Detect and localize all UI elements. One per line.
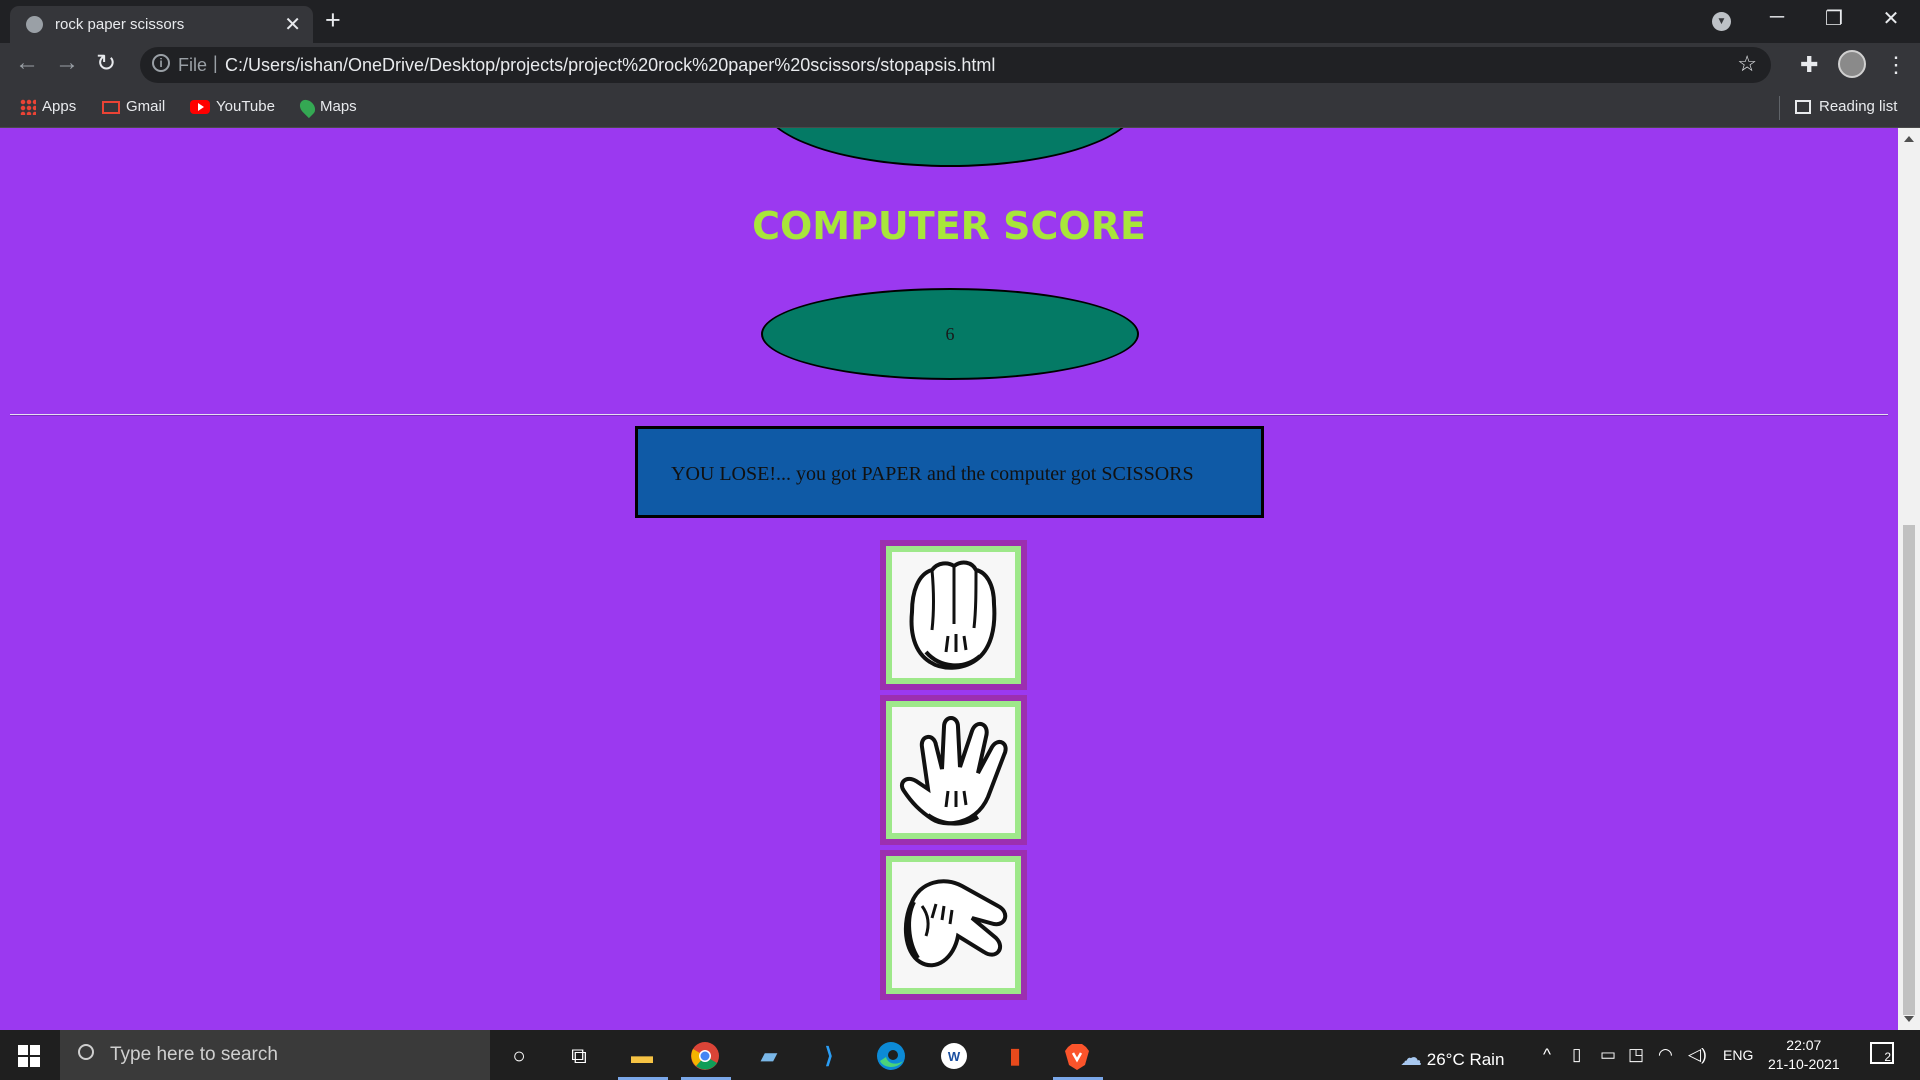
info-icon[interactable]: i	[152, 54, 170, 72]
system-clock[interactable]: 22:07 21-10-2021	[1768, 1036, 1840, 1074]
close-tab-icon[interactable]: ✕	[284, 12, 301, 37]
office-icon[interactable]: ▮	[998, 1039, 1032, 1073]
user-score-ellipse	[761, 128, 1139, 167]
file-explorer-icon[interactable]: ▬	[625, 1039, 659, 1073]
extensions-icon[interactable]: ✚	[1800, 52, 1818, 78]
bookmarks-bar: Apps Gmail YouTube Maps Reading list	[0, 88, 1920, 128]
gmail-icon	[102, 100, 120, 114]
tab-title: rock paper scissors	[55, 16, 185, 33]
maps-icon	[296, 96, 319, 118]
back-icon[interactable]: ←	[15, 49, 39, 77]
window-close-icon[interactable]: ✕	[1871, 6, 1911, 31]
reading-list-icon	[1795, 100, 1811, 115]
browser-tab[interactable]: rock paper scissors ✕	[10, 6, 313, 43]
windows-start-icon[interactable]	[18, 1045, 40, 1067]
edge-logo	[877, 1042, 905, 1070]
bookmark-label: Gmail	[126, 98, 166, 115]
wifi-icon[interactable]: ◠	[1658, 1045, 1673, 1065]
notification-count: 2	[1884, 1050, 1891, 1064]
bookmarks-divider	[1779, 96, 1780, 120]
bookmark-label: Apps	[42, 98, 77, 115]
bookmark-label: Maps	[320, 98, 357, 115]
weather-cloud-icon: ☁	[1400, 1045, 1422, 1070]
rock-choice-button[interactable]	[880, 540, 1027, 690]
result-message: YOU LOSE!... you got PAPER and the compu…	[635, 426, 1264, 518]
minimize-icon[interactable]: ─	[1757, 6, 1797, 29]
reading-list-button[interactable]: Reading list	[1795, 98, 1897, 115]
cortana-icon[interactable]: ○	[502, 1039, 536, 1073]
scroll-up-icon[interactable]	[1904, 136, 1914, 142]
rock-hand-icon	[909, 560, 997, 670]
bookmark-star-icon[interactable]: ☆	[1737, 51, 1757, 77]
w-app-logo: W	[941, 1043, 967, 1069]
bookmark-apps[interactable]: Apps	[20, 98, 77, 116]
tab-search-icon[interactable]: ▼	[1712, 12, 1731, 31]
reading-list-label: Reading list	[1819, 98, 1898, 115]
language-indicator[interactable]: ENG	[1723, 1047, 1753, 1063]
reload-icon[interactable]: ↻	[96, 49, 116, 78]
restore-icon[interactable]: ❐	[1814, 6, 1854, 31]
youtube-icon	[190, 100, 210, 115]
rock-choice-image	[892, 552, 1015, 678]
page-viewport: COMPUTER SCORE 6 YOU LOSE!... you got PA…	[0, 128, 1898, 1030]
new-tab-button[interactable]: +	[325, 5, 341, 36]
tray-device-icon[interactable]: ▯	[1572, 1045, 1581, 1065]
address-bar[interactable]: i File | C:/Users/ishan/OneDrive/Desktop…	[140, 47, 1771, 83]
forward-icon[interactable]: →	[55, 49, 79, 77]
laptop-app-icon[interactable]: ▰	[752, 1039, 786, 1073]
globe-icon	[26, 16, 43, 33]
weather-text: 26°C Rain	[1426, 1050, 1505, 1069]
computer-score-value: 6	[945, 324, 955, 344]
computer-score-ellipse: 6	[761, 288, 1139, 380]
bookmark-maps[interactable]: Maps	[296, 96, 357, 118]
chrome-logo	[691, 1042, 719, 1070]
paper-choice-image	[892, 707, 1015, 833]
search-icon	[78, 1044, 94, 1060]
volume-icon[interactable]: ◁)	[1688, 1045, 1707, 1065]
w-app-icon[interactable]: W	[937, 1039, 971, 1073]
search-placeholder: Type here to search	[110, 1044, 278, 1065]
scrollbar-thumb[interactable]	[1903, 525, 1915, 1015]
computer-score-heading: COMPUTER SCORE	[752, 204, 1146, 248]
scroll-down-icon[interactable]	[1904, 1016, 1914, 1022]
notification-center-icon[interactable]: 2	[1870, 1042, 1894, 1064]
brave-icon[interactable]	[1060, 1039, 1094, 1073]
vscode-icon[interactable]: ⟩	[812, 1039, 846, 1073]
browser-toolbar: ← → ↻ i File | C:/Users/ishan/OneDrive/D…	[0, 43, 1920, 88]
brave-logo	[1065, 1044, 1089, 1070]
taskbar-search-box[interactable]: Type here to search	[60, 1030, 490, 1080]
edge-icon[interactable]	[874, 1039, 908, 1073]
clock-time: 22:07	[1786, 1037, 1822, 1053]
url-text[interactable]: C:/Users/ishan/OneDrive/Desktop/projects…	[225, 55, 995, 76]
tray-app-icon[interactable]: ◳	[1628, 1045, 1644, 1065]
apps-grid-icon	[20, 99, 36, 116]
scissors-choice-button[interactable]	[880, 850, 1027, 1000]
weather-widget[interactable]: ☁ 26°C Rain	[1400, 1045, 1504, 1071]
bookmark-label: YouTube	[216, 98, 275, 115]
clock-date: 21-10-2021	[1768, 1056, 1840, 1072]
profile-avatar[interactable]	[1838, 50, 1866, 78]
task-view-icon[interactable]: ⧉	[562, 1039, 596, 1073]
svg-text:W: W	[948, 1049, 961, 1064]
tray-overflow-icon[interactable]: ^	[1543, 1045, 1551, 1065]
chrome-icon[interactable]	[688, 1039, 722, 1073]
paper-choice-button[interactable]	[880, 695, 1027, 845]
scissors-hand-icon	[903, 879, 1008, 968]
tab-strip: rock paper scissors ✕ + ▼ ─ ❐ ✕	[0, 0, 1920, 43]
windows-taskbar: Type here to search ○ ⧉ ▬ ▰ ⟩ W ▮ ☁ 26°C…	[0, 1030, 1920, 1080]
paper-hand-icon	[899, 716, 1008, 826]
scissors-choice-image	[892, 862, 1015, 988]
bookmark-youtube[interactable]: YouTube	[190, 98, 275, 115]
vertical-scrollbar[interactable]	[1898, 128, 1920, 1030]
bookmark-gmail[interactable]: Gmail	[102, 98, 165, 115]
scheme-separator: |	[213, 53, 218, 73]
battery-icon[interactable]: ▭	[1600, 1045, 1616, 1065]
divider-line	[10, 414, 1888, 416]
scheme-label: File	[178, 55, 208, 75]
menu-icon[interactable]: ⋮	[1885, 52, 1907, 78]
